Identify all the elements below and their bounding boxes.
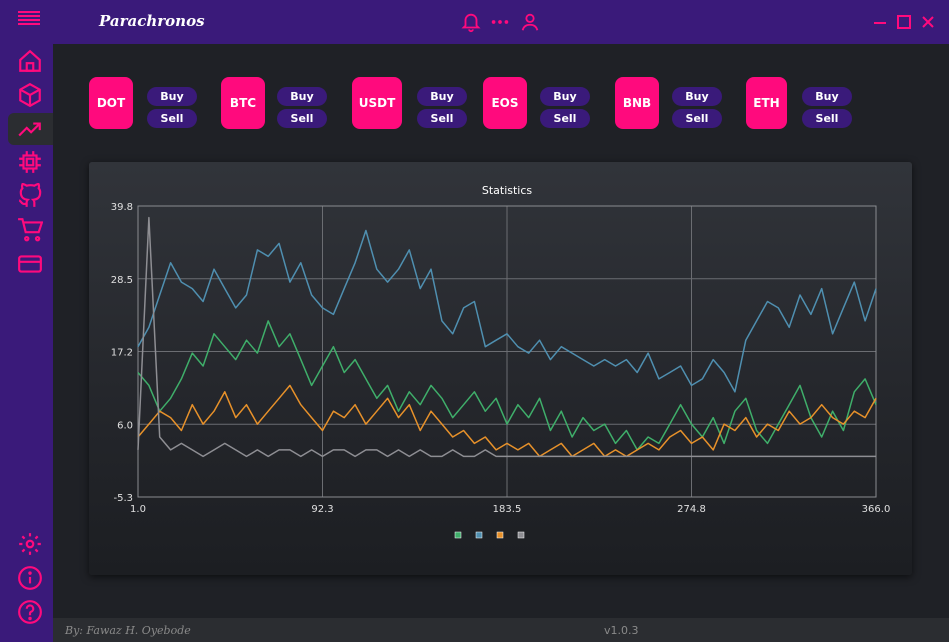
- buy-button-btc[interactable]: Buy: [277, 87, 327, 106]
- sell-button-eos[interactable]: Sell: [540, 109, 590, 128]
- buy-button-eos[interactable]: Buy: [540, 87, 590, 106]
- github-icon[interactable]: [17, 183, 43, 209]
- user-icon[interactable]: [519, 11, 541, 33]
- x-tick-label: 183.5: [493, 504, 522, 515]
- coin-card-btc[interactable]: BTC: [221, 77, 265, 129]
- sell-button-usdt[interactable]: Sell: [417, 109, 467, 128]
- legend-marker: [517, 531, 525, 539]
- close-icon[interactable]: [920, 14, 936, 30]
- x-tick-label: 92.3: [311, 504, 333, 515]
- coin-card-usdt[interactable]: USDT: [352, 77, 402, 129]
- sell-button-eth[interactable]: Sell: [802, 109, 852, 128]
- help-icon[interactable]: [17, 599, 43, 625]
- x-tick-label: 366.0: [862, 504, 891, 515]
- credit-card-icon[interactable]: [17, 251, 43, 277]
- coin-card-dot[interactable]: DOT: [89, 77, 133, 129]
- buy-button-eth[interactable]: Buy: [802, 87, 852, 106]
- y-tick-label: 39.8: [111, 202, 133, 213]
- footer-version: v1.0.3: [604, 624, 639, 637]
- buy-button-bnb[interactable]: Buy: [672, 87, 722, 106]
- coin-card-eth[interactable]: ETH: [746, 77, 787, 129]
- statistics-chart: Statistics -5.3 6.0 17.2 28.5 39.8 1.0 92.3 183.…: [111, 184, 891, 539]
- y-tick-label: -5.3: [113, 493, 133, 504]
- chart-title: Statistics: [482, 184, 533, 197]
- sell-button-btc[interactable]: Sell: [277, 109, 327, 128]
- settings-icon[interactable]: [17, 531, 43, 557]
- legend-marker: [454, 531, 462, 539]
- more-icon[interactable]: [489, 11, 511, 33]
- cart-icon[interactable]: [17, 217, 43, 243]
- trending-up-icon[interactable]: [17, 116, 43, 142]
- app-title: Parachronos: [99, 12, 205, 30]
- cube-icon[interactable]: [17, 82, 43, 108]
- footer: By: Fawaz H. Oyebode v1.0.3: [53, 618, 949, 642]
- y-tick-label: 17.2: [111, 348, 133, 359]
- legend-marker: [475, 531, 483, 539]
- y-tick-label: 28.5: [111, 275, 133, 286]
- footer-author: By: Fawaz H. Oyebode: [65, 624, 191, 637]
- buy-button-usdt[interactable]: Buy: [417, 87, 467, 106]
- maximize-icon[interactable]: [896, 14, 912, 30]
- chip-icon[interactable]: [17, 149, 43, 175]
- home-icon[interactable]: [17, 48, 43, 74]
- coin-card-bnb[interactable]: BNB: [615, 77, 659, 129]
- sell-button-bnb[interactable]: Sell: [672, 109, 722, 128]
- x-tick-label: 274.8: [677, 504, 706, 515]
- minimize-icon[interactable]: [872, 14, 888, 30]
- buy-button-dot[interactable]: Buy: [147, 87, 197, 106]
- y-tick-label: 6.0: [117, 420, 133, 431]
- bell-icon[interactable]: [460, 11, 482, 33]
- statistics-chart-panel: Statistics -5.3 6.0 17.2 28.5 39.8 1.0 92.3 183.…: [89, 162, 912, 575]
- sell-button-dot[interactable]: Sell: [147, 109, 197, 128]
- x-tick-label: 1.0: [130, 504, 146, 515]
- info-icon[interactable]: [17, 565, 43, 591]
- coin-card-eos[interactable]: EOS: [483, 77, 527, 129]
- hamburger-menu-icon[interactable]: [18, 9, 40, 27]
- legend-marker: [496, 531, 504, 539]
